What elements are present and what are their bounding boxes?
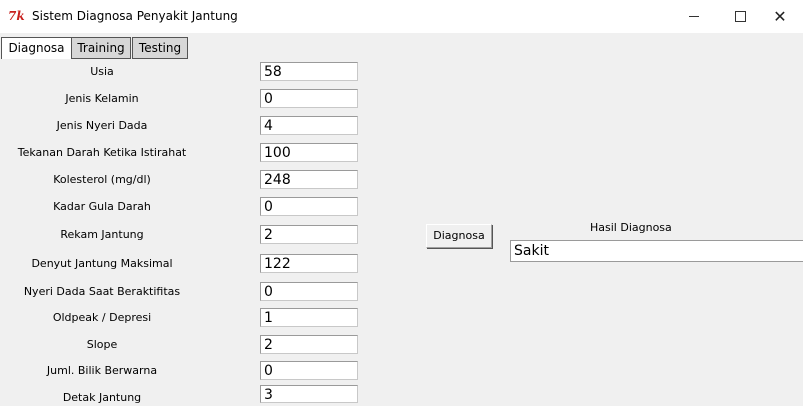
input-rekam-jantung[interactable]: 2	[260, 225, 358, 244]
tk-icon: 7k	[8, 9, 25, 23]
result-field[interactable]: Sakit	[510, 240, 803, 262]
label-jenis-nyeri-dada: Jenis Nyeri Dada	[56, 119, 148, 132]
diagnosa-button[interactable]: Diagnosa	[426, 224, 492, 248]
input-jenis-kelamin[interactable]: 0	[260, 89, 358, 108]
input-bilik-berwarna[interactable]: 0	[260, 361, 358, 380]
label-kolesterol: Kolesterol (mg/dl)	[53, 173, 151, 186]
label-usia: Usia	[90, 65, 114, 78]
close-icon: ✕	[773, 6, 787, 26]
tab-diagnosa[interactable]: Diagnosa	[1, 37, 72, 59]
tab-testing[interactable]: Testing	[132, 37, 188, 59]
tab-training[interactable]: Training	[71, 37, 131, 59]
label-denyut-jantung-maksimal: Denyut Jantung Maksimal	[31, 257, 173, 270]
maximize-icon	[734, 11, 746, 22]
window-title: Sistem Diagnosa Penyakit Jantung	[32, 9, 238, 23]
label-tekanan-darah: Tekanan Darah Ketika Istirahat	[17, 146, 187, 159]
label-rekam-jantung: Rekam Jantung	[60, 228, 144, 241]
input-nyeri-dada-beraktifitas[interactable]: 0	[260, 282, 358, 301]
close-button[interactable]: ✕	[757, 0, 803, 33]
result-label: Hasil Diagnosa	[590, 221, 672, 234]
input-oldpeak[interactable]: 1	[260, 308, 358, 327]
minimize-button[interactable]	[671, 0, 717, 33]
input-detak-jantung[interactable]: 3	[260, 385, 358, 403]
input-jenis-nyeri-dada[interactable]: 4	[260, 116, 358, 135]
input-slope[interactable]: 2	[260, 335, 358, 354]
label-bilik-berwarna: Juml. Bilik Berwarna	[46, 364, 158, 377]
title-bar: 7k Sistem Diagnosa Penyakit Jantung ✕	[0, 0, 803, 33]
label-oldpeak: Oldpeak / Depresi	[52, 311, 152, 324]
input-tekanan-darah[interactable]: 100	[260, 143, 358, 162]
input-kolesterol[interactable]: 248	[260, 170, 358, 189]
label-kadar-gula-darah: Kadar Gula Darah	[53, 200, 151, 213]
input-usia[interactable]: 58	[260, 62, 358, 81]
input-kadar-gula-darah[interactable]: 0	[260, 197, 358, 216]
label-jenis-kelamin: Jenis Kelamin	[65, 92, 139, 105]
label-nyeri-dada-beraktifitas: Nyeri Dada Saat Beraktifitas	[23, 285, 181, 298]
label-detak-jantung: Detak Jantung	[62, 391, 142, 404]
label-slope: Slope	[86, 338, 118, 351]
input-denyut-jantung-maksimal[interactable]: 122	[260, 254, 358, 273]
minimize-icon	[689, 16, 699, 17]
